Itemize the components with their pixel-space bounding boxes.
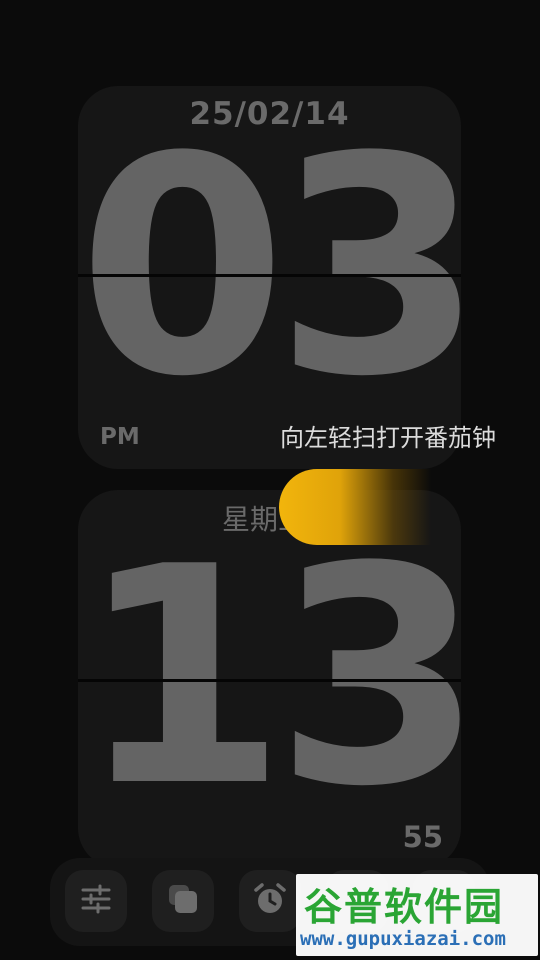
theme-icon	[166, 882, 200, 920]
alarm-clock-icon	[252, 881, 288, 921]
hour-flip-card: 25/02/14 03 PM	[78, 86, 461, 469]
swipe-hint-text: 向左轻扫打开番茄钟	[280, 424, 496, 452]
hour-digits: 03	[78, 93, 461, 442]
watermark-url: www.gupuxiazai.com	[300, 928, 506, 950]
settings-button[interactable]	[65, 870, 127, 932]
watermark-logo: 谷普软件园	[304, 885, 505, 929]
minute-flip-card: 星期五 13 55	[78, 490, 461, 868]
flip-divider	[78, 679, 461, 682]
minute-digits: 13	[78, 503, 461, 852]
am-pm-label: PM	[100, 424, 140, 450]
alarm-button[interactable]	[239, 870, 301, 932]
flip-divider	[78, 274, 461, 277]
seconds-label: 55	[402, 820, 443, 854]
swipe-handle[interactable]	[279, 469, 431, 545]
theme-button[interactable]	[152, 870, 214, 932]
sliders-icon	[79, 882, 113, 920]
watermark: 谷普软件园 www.gupuxiazai.com	[296, 874, 538, 956]
